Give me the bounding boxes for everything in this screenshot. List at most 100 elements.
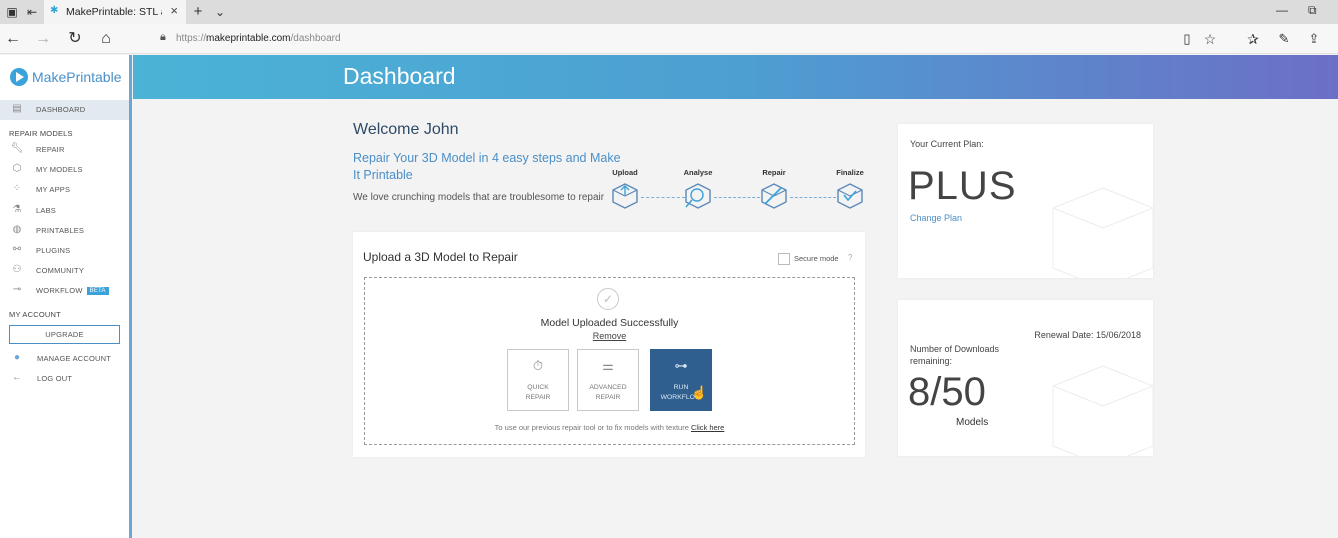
upload-card: Upload a 3D Model to Repair Secure mode … <box>353 232 865 457</box>
decorative-cube-icon <box>1052 365 1153 456</box>
advanced-repair-button[interactable]: ⚌ ADVANCED REPAIR <box>577 349 639 411</box>
sidebar-item-community[interactable]: ⚇ COMMUNITY <box>0 263 129 279</box>
favorites-hub-icon[interactable]: ✰ <box>1244 30 1262 48</box>
repair-step-icon <box>761 183 787 209</box>
secure-mode-checkbox[interactable] <box>778 253 790 265</box>
advanced-repair-label: ADVANCED REPAIR <box>589 384 627 401</box>
sidebar-item-repair[interactable]: 🔧︎ REPAIR <box>0 142 129 158</box>
forward-icon[interactable]: → <box>34 30 52 48</box>
sidebar-item-labs[interactable]: ⚗ LABS <box>0 203 129 219</box>
sidebar-item-dashboard-content[interactable]: ▤ DASHBOARD <box>0 102 129 118</box>
sidebar-item-label: REPAIR <box>36 145 65 154</box>
wrench-icon: 🔧︎ <box>10 143 24 154</box>
share-icon[interactable]: ⇪ <box>1305 30 1323 48</box>
upgrade-button[interactable]: UPGRADE <box>9 325 120 344</box>
tab-title: MakePrintable: STL and <box>66 6 162 18</box>
remove-link[interactable]: Remove <box>365 331 854 341</box>
close-tab-icon[interactable]: × <box>170 3 178 18</box>
step-repair: Repair <box>749 168 799 210</box>
plan-label: Your Current Plan: <box>910 139 984 149</box>
reading-view-icon[interactable]: ▯ <box>1178 30 1196 48</box>
secure-mode-label: Secure mode <box>794 254 839 263</box>
cube-icon: ⬡ <box>12 163 22 174</box>
decorative-cube-icon <box>1052 187 1153 278</box>
new-tab-icon[interactable]: + <box>190 4 206 20</box>
upload-title: Upload a 3D Model to Repair <box>363 250 518 264</box>
plan-card: Your Current Plan: PLUS Change Plan <box>898 124 1153 278</box>
sidebar-item-manage-account[interactable]: ● MANAGE ACCOUNT <box>0 351 129 367</box>
sidebar-item-plugins[interactable]: ⚯ PLUGINS <box>0 243 129 259</box>
people-icon: ⚇ <box>12 264 22 275</box>
sidebar-item-label: PRINTABLES <box>36 226 85 235</box>
workflow-icon: ⊶ <box>674 358 688 373</box>
help-icon[interactable]: ? <box>848 253 852 262</box>
home-icon[interactable]: ⌂ <box>97 30 115 48</box>
chevron-down-icon[interactable]: ⌄ <box>212 4 228 20</box>
sidebar-item-label: DASHBOARD <box>36 105 86 114</box>
browser-tab[interactable]: ✱ MakePrintable: STL and × <box>44 0 186 24</box>
downloads-unit: Models <box>956 417 989 428</box>
sidebar-item-label: MANAGE ACCOUNT <box>37 354 112 363</box>
renewal-date: Renewal Date: 15/06/2018 <box>1034 330 1141 340</box>
sidebar-item-label: MY MODELS <box>36 165 83 174</box>
page-header: Dashboard <box>133 55 1338 99</box>
log-out-icon: ← <box>12 372 22 383</box>
beta-badge: BETA <box>86 287 109 295</box>
change-plan-link[interactable]: Change Plan <box>910 213 962 223</box>
sidebar-item-my-models[interactable]: ⬡ MY MODELS <box>0 162 129 178</box>
sidebar-item-log-out[interactable]: ← LOG OUT <box>0 371 129 387</box>
flask-icon: ⚗ <box>12 204 22 215</box>
welcome-subtagline: We love crunching models that are troubl… <box>353 192 605 203</box>
page-title: Dashboard <box>343 63 456 89</box>
sidebar-item-printables[interactable]: ◍ PRINTABLES <box>0 223 129 239</box>
sidebar-item-label: LABS <box>36 206 56 215</box>
apps-grid-icon: ⁘ <box>12 183 22 194</box>
analyse-step-icon <box>685 183 711 209</box>
sidebar: MakePrintable ▤ DASHBOARD REPAIR MODELS … <box>0 55 132 538</box>
run-workflow-button[interactable]: ⊶ RUN WORKFLOW ☝ <box>650 349 712 411</box>
back-icon[interactable]: ← <box>4 30 22 48</box>
welcome-greeting: Welcome John <box>353 121 459 138</box>
plug-icon: ⚯ <box>12 244 22 255</box>
downloads-card: Renewal Date: 15/06/2018 Number of Downl… <box>898 300 1153 456</box>
downloads-count: 8/50 <box>908 370 986 414</box>
logo-text: MakePrintable <box>32 69 122 85</box>
sidebar-item-label: PLUGINS <box>36 246 71 255</box>
section-my-account: MY ACCOUNT <box>9 310 61 319</box>
sidebar-item-label: COMMUNITY <box>36 266 85 275</box>
sidebar-item-workflow[interactable]: ⊸ WORKFLOW BETA <box>0 283 129 299</box>
restore-icon[interactable]: ⧉ <box>1308 3 1317 18</box>
upload-dropzone[interactable]: ✓ Model Uploaded Successfully Remove ⏱ Q… <box>364 277 855 445</box>
set-aside-tabs-icon[interactable]: ⇤ <box>24 4 40 20</box>
logo-mark-icon <box>10 68 28 86</box>
refresh-icon[interactable]: ↻ <box>66 30 84 48</box>
quick-repair-button[interactable]: ⏱ QUICK REPAIR <box>507 349 569 411</box>
sidebar-item-label: WORKFLOW BETA <box>36 286 109 295</box>
upload-success-message: Model Uploaded Successfully <box>540 317 679 329</box>
minimize-icon[interactable]: — <box>1276 3 1288 17</box>
step-label: Repair <box>762 168 786 177</box>
sidebar-item-label: LOG OUT <box>37 374 73 383</box>
globe-icon: ◍ <box>12 224 22 235</box>
favorite-star-icon[interactable]: ☆ <box>1201 30 1219 48</box>
sliders-icon: ⚌ <box>602 358 614 373</box>
step-label: Upload <box>612 168 638 177</box>
step-label: Analyse <box>683 168 713 177</box>
workflow-arrow-icon: ⊸ <box>12 284 22 295</box>
address-bar: ← → ↻ ⌂ 🔒︎ https://makeprintable.com/das… <box>0 24 1338 54</box>
section-repair-models: REPAIR MODELS <box>9 129 73 138</box>
web-note-icon[interactable]: ✎ <box>1275 30 1293 48</box>
tab-manager-icon[interactable]: ▣ <box>4 4 20 20</box>
welcome-tagline: Repair Your 3D Model in 4 easy steps and… <box>353 151 621 182</box>
click-here-link[interactable]: Click here <box>691 423 724 432</box>
step-label: Finalize <box>836 168 864 177</box>
sidebar-item-my-apps[interactable]: ⁘ MY APPS <box>0 182 129 198</box>
site-favicon-icon: ✱ <box>50 5 59 16</box>
lock-icon: 🔒︎ <box>160 31 166 43</box>
downloads-label: Number of Downloads remaining: <box>910 344 1000 366</box>
check-icon: ✓ <box>597 288 619 310</box>
url-text: https://makeprintable.com/dashboard <box>176 33 341 44</box>
url-input[interactable]: 🔒︎ https://makeprintable.com/dashboard <box>150 28 1230 50</box>
quick-repair-icon: ⏱ <box>532 358 544 373</box>
sidebar-item-label: MY APPS <box>36 185 71 194</box>
